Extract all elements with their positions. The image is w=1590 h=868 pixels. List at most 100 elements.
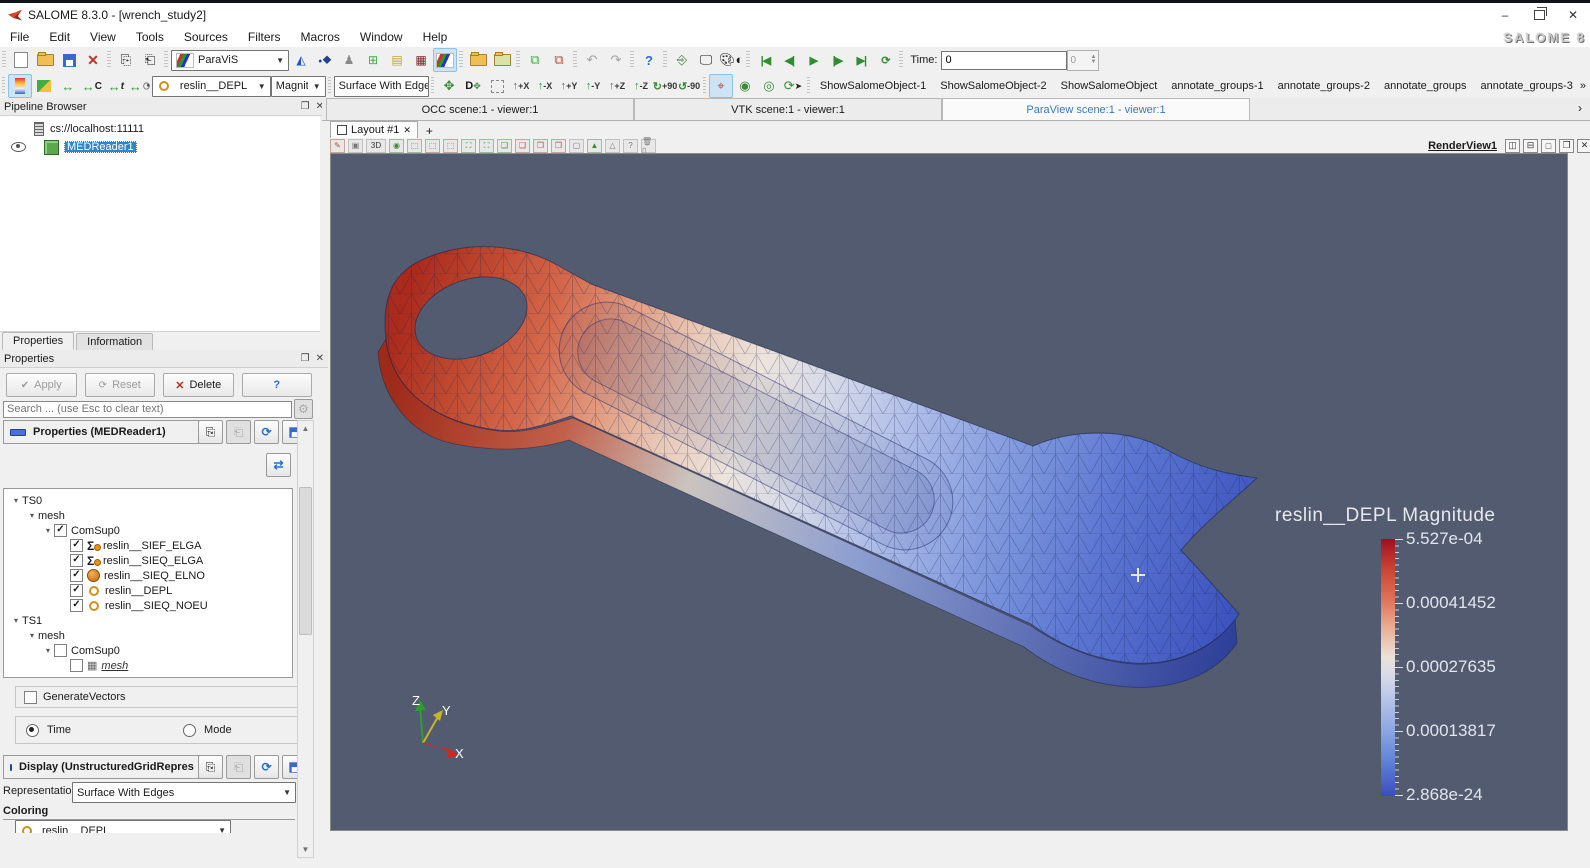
toolbar-grip[interactable]: [2, 51, 6, 69]
tree-row[interactable]: ▦ mesh: [4, 658, 292, 673]
shaper-module-button[interactable]: ◭: [289, 48, 313, 72]
open-document-button[interactable]: [33, 48, 57, 72]
hover-cells-button[interactable]: ❒: [551, 138, 566, 153]
disconnect-server-button[interactable]: ⧉: [547, 48, 571, 72]
view-minus-y-button[interactable]: ↑ -Y: [581, 74, 605, 98]
toolbar-grip[interactable]: [630, 51, 634, 69]
time-input[interactable]: [941, 50, 1068, 70]
rotation-mode-button[interactable]: ⟳ ➤: [781, 74, 805, 98]
layout-tab[interactable]: Layout #1 ✕: [330, 121, 418, 138]
representation-selector[interactable]: Surface With Edges ▼: [333, 75, 430, 97]
checkbox-checked[interactable]: ✓: [70, 539, 83, 552]
toolbar-grip[interactable]: [516, 51, 520, 69]
copy-button[interactable]: ⎘: [114, 48, 138, 72]
render-viewport[interactable]: Z Y X reslin__DEPL Magnitude 5.527e-04 0…: [330, 153, 1568, 831]
expander-icon[interactable]: ▾: [26, 631, 38, 640]
view-plus-x-button[interactable]: ↑ +X: [509, 74, 533, 98]
split-horizontal-button[interactable]: ◫: [1505, 138, 1520, 153]
menu-macros[interactable]: Macros: [291, 28, 350, 46]
menu-filters[interactable]: Filters: [238, 28, 291, 46]
toolbar-grip[interactable]: [703, 77, 706, 95]
select-surface-points-button[interactable]: ⬚: [425, 138, 440, 153]
undock-icon[interactable]: ❐: [301, 101, 310, 112]
checkbox-unchecked[interactable]: [70, 659, 83, 672]
expander-icon[interactable]: ▾: [42, 526, 54, 535]
tab-vtk-scene[interactable]: VTK scene:1 - viewer:1: [634, 98, 942, 120]
tree-row[interactable]: ▾ mesh: [4, 628, 292, 643]
reset-button[interactable]: ⟳ Reset: [84, 373, 155, 397]
generate-vectors-checkbox[interactable]: [24, 690, 37, 704]
previous-frame-button[interactable]: ◀|: [777, 48, 801, 72]
expander-icon[interactable]: ▾: [26, 511, 38, 520]
expander-icon[interactable]: ▾: [10, 496, 22, 505]
refresh-display-button[interactable]: ⟳: [254, 755, 279, 779]
copy-display-button[interactable]: ⎘: [198, 755, 223, 779]
representation-dropdown[interactable]: Surface With Edges ▼: [72, 782, 296, 803]
zoom-to-box-button[interactable]: [485, 74, 509, 98]
menu-tools[interactable]: Tools: [126, 28, 174, 46]
capture-view-button[interactable]: 🖵: [694, 48, 718, 72]
view-plus-z-button[interactable]: ↑ +Z: [605, 74, 629, 98]
start-recording-button[interactable]: ◉: [389, 138, 404, 153]
refresh-properties-button[interactable]: ⟳: [254, 420, 279, 444]
toolbar-grip[interactable]: [663, 51, 667, 69]
tab-occ-scene[interactable]: OCC scene:1 - viewer:1: [326, 98, 634, 120]
paste-properties-button[interactable]: ⎗: [226, 420, 251, 444]
tree-row[interactable]: ▾ ✓ ComSup0: [4, 523, 292, 538]
macro-showsalomeobject-1[interactable]: ShowSalomeObject-1: [813, 80, 933, 92]
legend-color-bar[interactable]: [1381, 539, 1395, 796]
pick-point-button[interactable]: ▲: [587, 138, 602, 153]
checkbox-checked[interactable]: ✓: [54, 524, 67, 537]
zoom-to-data-button[interactable]: D ✥: [461, 74, 485, 98]
tree-row[interactable]: ✓ reslin__DEPL: [4, 583, 292, 598]
tab-information[interactable]: Information: [76, 333, 154, 350]
paravis-module-button[interactable]: [433, 48, 457, 72]
color-array-selector[interactable]: reslin__DEPL ▼: [151, 75, 271, 97]
checkbox-unchecked[interactable]: [54, 644, 67, 657]
redo-button[interactable]: ↷: [604, 48, 628, 72]
macro-annotate-groups-2[interactable]: annotate_groups-2: [1271, 80, 1377, 92]
search-options-button[interactable]: ⚙: [293, 399, 313, 419]
rotate-90-cw-button[interactable]: ↻ +90: [653, 74, 678, 98]
close-document-button[interactable]: ✕: [81, 48, 105, 72]
rescale-to-data-range-button[interactable]: ↔: [56, 74, 80, 98]
geometry-module-button[interactable]: 🞄◆: [313, 48, 337, 72]
split-vertical-button[interactable]: ⊟: [1523, 138, 1538, 153]
spinner-arrows-icon[interactable]: ▲ ▼: [1091, 54, 1097, 65]
macro-showsalomeobject[interactable]: ShowSalomeObject: [1054, 80, 1165, 92]
export-file-button[interactable]: [490, 48, 514, 72]
toolbar-overflow-button[interactable]: »: [1580, 80, 1590, 92]
help-button[interactable]: ?: [637, 48, 661, 72]
toolbar-grip[interactable]: [573, 51, 577, 69]
mesh-module-button[interactable]: ♟: [337, 48, 361, 72]
paste-display-button[interactable]: ⎗: [226, 755, 251, 779]
select-surface-cells-button[interactable]: ⬚: [407, 138, 422, 153]
jobmanager-module-button[interactable]: ▦: [409, 48, 433, 72]
checkbox-checked[interactable]: ✓: [70, 584, 83, 597]
toolbar-grip[interactable]: [746, 51, 751, 69]
reset-camera-button[interactable]: ✥: [437, 74, 461, 98]
menu-sources[interactable]: Sources: [174, 28, 238, 46]
close-button[interactable]: ✕: [1556, 5, 1590, 25]
menu-help[interactable]: Help: [413, 28, 458, 46]
python-trace-button[interactable]: ⎆: [670, 48, 694, 72]
menu-edit[interactable]: Edit: [39, 28, 80, 46]
tree-row[interactable]: ✓ reslin__SIEQ_NOEU: [4, 598, 292, 613]
import-file-button[interactable]: [466, 48, 490, 72]
checkbox-checked[interactable]: ✓: [70, 599, 83, 612]
copy-properties-button[interactable]: ⎘: [198, 420, 223, 444]
toolbar-grip[interactable]: [2, 77, 5, 95]
mode-radio[interactable]: [183, 723, 197, 737]
select-block-button[interactable]: ❑: [497, 138, 512, 153]
select-polygon-cells-button[interactable]: ⛶: [479, 138, 494, 153]
play-button[interactable]: ▶: [801, 48, 825, 72]
undock-icon[interactable]: ❐: [301, 353, 310, 364]
menu-window[interactable]: Window: [350, 28, 413, 46]
tree-row[interactable]: ▾ TS0: [4, 493, 292, 508]
macro-annotate-groups[interactable]: annotate_groups: [1377, 80, 1474, 92]
maximize-view-button[interactable]: □: [1541, 138, 1556, 153]
loop-button[interactable]: ⟳: [873, 48, 897, 72]
delete-button[interactable]: ✕ Delete: [163, 373, 234, 397]
layout-close-icon[interactable]: ✕: [403, 125, 411, 136]
macro-annotate-groups-1[interactable]: annotate_groups-1: [1164, 80, 1270, 92]
